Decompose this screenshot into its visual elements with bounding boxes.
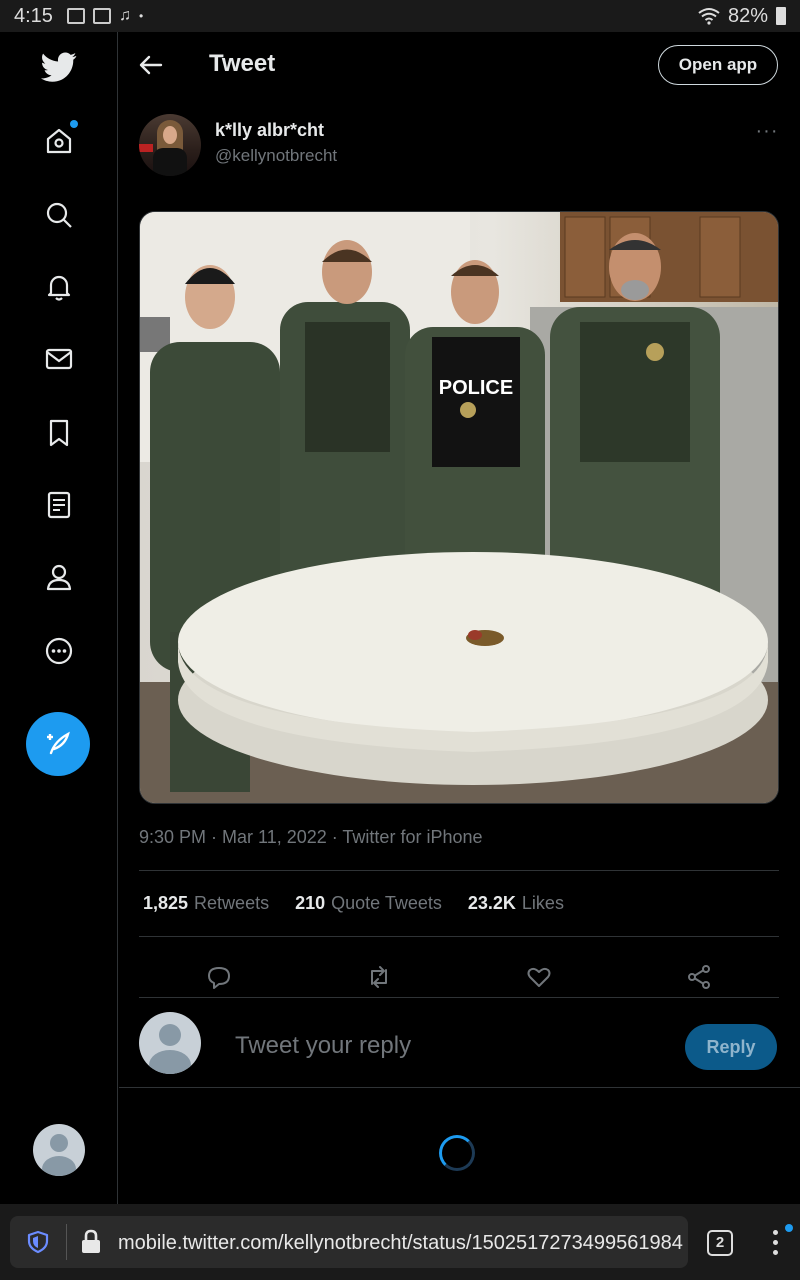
- address-bar[interactable]: mobile.twitter.com/kellynotbrecht/status…: [10, 1216, 688, 1268]
- author-display-name[interactable]: k*lly albr*cht: [215, 120, 324, 141]
- tweet-timestamp-source: 9:30 PM · Mar 11, 2022 · Twitter for iPh…: [139, 827, 483, 847]
- tweet-stats: 1,825 Retweets 210 Quote Tweets 23.2K Likes: [143, 893, 564, 914]
- quote-tweets-stat[interactable]: 210 Quote Tweets: [295, 893, 442, 914]
- profile-icon[interactable]: [34, 552, 84, 602]
- tweet-actions: [139, 950, 779, 1000]
- back-arrow-icon[interactable]: [135, 49, 167, 81]
- reply-icon[interactable]: [206, 964, 232, 990]
- author-handle[interactable]: @kellynotbrecht: [215, 146, 337, 166]
- url-text: mobile.twitter.com/kellynotbrecht/status…: [118, 1232, 683, 1254]
- music-notification-icon: ♫: [118, 7, 131, 24]
- menu-notification-dot: [785, 1224, 793, 1232]
- gallery-notification-icon: [66, 8, 85, 24]
- more-options-icon[interactable]: [34, 626, 84, 676]
- lists-icon[interactable]: [34, 480, 84, 530]
- status-bar: 4:15 ♫ • 82%: [0, 0, 800, 32]
- loading-spinner-icon: [439, 1135, 475, 1171]
- retweets-stat[interactable]: 1,825 Retweets: [143, 893, 269, 914]
- divider: [139, 997, 779, 998]
- police-vest-text: POLICE: [439, 377, 513, 399]
- lock-icon: [82, 1229, 100, 1253]
- divider: [139, 936, 779, 937]
- twitter-logo-icon[interactable]: [34, 42, 84, 92]
- reply-button[interactable]: Reply: [685, 1024, 777, 1070]
- battery-icon: [776, 7, 786, 25]
- share-icon[interactable]: [686, 964, 712, 990]
- main-column: Tweet Open app k*lly albr*cht @kellynotb…: [119, 32, 800, 1204]
- reply-input[interactable]: Tweet your reply: [235, 1032, 411, 1060]
- screenshot-notification-icon: [92, 8, 111, 24]
- more-menu-icon[interactable]: ···: [747, 120, 787, 142]
- battery-percent: 82%: [727, 4, 768, 27]
- tab-switcher-button[interactable]: 2: [707, 1230, 733, 1256]
- reply-user-avatar: [139, 1012, 201, 1074]
- compose-tweet-button[interactable]: [26, 712, 90, 776]
- shield-icon[interactable]: [26, 1230, 50, 1254]
- open-app-button[interactable]: Open app: [658, 45, 778, 85]
- home-icon[interactable]: [34, 116, 84, 166]
- like-heart-icon[interactable]: [526, 964, 552, 990]
- retweet-icon[interactable]: [366, 964, 392, 990]
- police-table-photo: POLICE: [140, 212, 778, 803]
- address-divider: [66, 1224, 67, 1260]
- reply-composer: Tweet your reply Reply: [139, 1012, 779, 1088]
- browser-toolbar: mobile.twitter.com/kellynotbrecht/status…: [0, 1204, 800, 1280]
- page-title: Tweet: [209, 50, 276, 77]
- notifications-bell-icon[interactable]: [34, 262, 84, 312]
- tweet-author-avatar[interactable]: [139, 114, 201, 176]
- status-time: 4:15: [14, 4, 53, 27]
- messages-mail-icon[interactable]: [34, 334, 84, 384]
- browser-menu-icon[interactable]: [770, 1230, 780, 1258]
- wifi-icon: [698, 8, 720, 25]
- more-notifications-icon: •: [138, 9, 144, 23]
- likes-stat[interactable]: 23.2K Likes: [468, 893, 564, 914]
- tweet-media-image[interactable]: POLICE: [139, 211, 779, 804]
- account-avatar[interactable]: [33, 1124, 85, 1176]
- divider: [139, 870, 779, 871]
- left-nav: [0, 32, 118, 1204]
- divider: [119, 1087, 800, 1088]
- bookmarks-icon[interactable]: [34, 408, 84, 458]
- header: Tweet Open app: [119, 32, 800, 98]
- search-icon[interactable]: [34, 190, 84, 240]
- compose-feather-icon: [47, 731, 70, 755]
- home-notification-dot: [70, 120, 78, 128]
